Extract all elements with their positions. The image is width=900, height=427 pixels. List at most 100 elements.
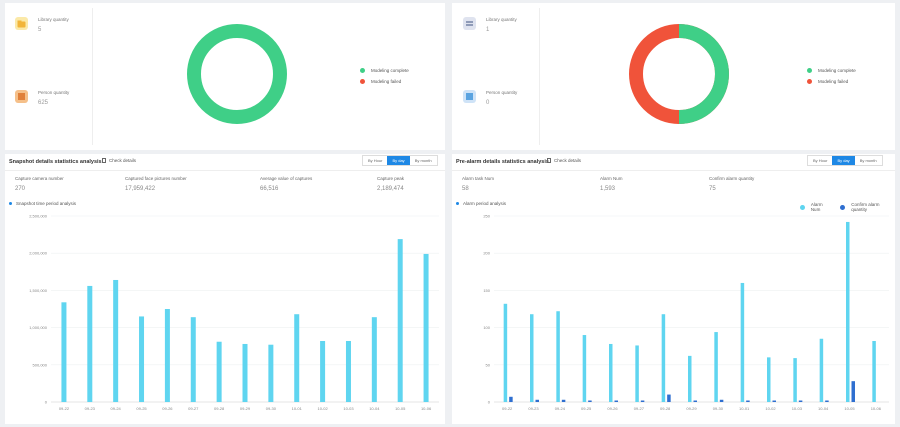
legend-confirm-label: Confirm alarm quantity: [851, 202, 880, 212]
bar[interactable]: [139, 316, 145, 402]
bar-alarm-num[interactable]: [714, 332, 718, 402]
legend-complete-label: Modeling complete: [818, 68, 856, 73]
bar-alarm-num[interactable]: [872, 340, 876, 402]
bar-alarm-num[interactable]: [819, 338, 824, 402]
bar[interactable]: [87, 285, 93, 402]
bar-alarm-num[interactable]: [635, 345, 639, 402]
x-tick-label: 09-30: [713, 406, 724, 411]
library-quantity-value: 5: [38, 27, 42, 33]
bar-alarm-num[interactable]: [530, 314, 534, 402]
y-tick-label: 0: [488, 400, 491, 405]
bar[interactable]: [61, 302, 67, 402]
kpi-value: 270: [15, 186, 26, 192]
legend-failed-dot: [807, 79, 812, 84]
tab-by-month[interactable]: By month: [410, 156, 437, 165]
bar[interactable]: [397, 239, 403, 402]
bar-confirm-alarm[interactable]: [825, 400, 829, 402]
x-tick-label: 09-22: [502, 406, 513, 411]
x-tick-label: 09-26: [607, 406, 618, 411]
bar-confirm-alarm[interactable]: [640, 400, 645, 402]
bar[interactable]: [216, 341, 222, 402]
prealarm-period-toggle: By Hour By day By month: [807, 155, 883, 166]
kpi-confirm-alarm: Confirm alarm quantity 75: [709, 176, 754, 192]
bar-alarm-num[interactable]: [740, 282, 745, 402]
x-tick-label: 10-05: [844, 406, 855, 411]
x-tick-label: 09-23: [528, 406, 539, 411]
bar-alarm-num[interactable]: [609, 343, 613, 402]
prealarm-series-title: Alarm period analysis: [456, 201, 506, 206]
bar-alarm-num[interactable]: [767, 357, 771, 402]
tab-by-hour[interactable]: By Hour: [363, 156, 387, 165]
x-tick-label: 09-28: [214, 406, 225, 411]
modeling-legend: Modeling complete Modeling failed: [807, 68, 856, 90]
bar-alarm-num[interactable]: [556, 311, 560, 402]
bar-confirm-alarm[interactable]: [719, 399, 724, 402]
bar-alarm-num[interactable]: [582, 335, 587, 402]
series-title-label: Alarm period analysis: [463, 201, 507, 206]
snapshot-period-toggle: By Hour By day By month: [362, 155, 438, 166]
tab-by-month[interactable]: By month: [855, 156, 882, 165]
library-quantity-label: Library quantity: [38, 17, 69, 22]
kpi-value: 2,189,474: [377, 186, 404, 192]
x-tick-label: 10-04: [369, 406, 380, 411]
x-tick-label: 09-29: [686, 406, 697, 411]
bar-confirm-alarm[interactable]: [798, 400, 803, 402]
tab-by-hour[interactable]: By Hour: [808, 156, 832, 165]
bar-alarm-num[interactable]: [846, 221, 850, 402]
bar-confirm-alarm[interactable]: [851, 381, 856, 402]
bar-alarm-num[interactable]: [793, 358, 797, 402]
x-tick-label: 10-06: [421, 406, 432, 411]
kpi-capture-camera: Capture camera number 270: [15, 176, 64, 192]
tab-by-day[interactable]: By day: [832, 156, 855, 165]
bar[interactable]: [268, 344, 274, 402]
bar[interactable]: [164, 309, 170, 402]
kpi-label: Captured face pictures number: [125, 176, 187, 181]
legend-complete-dot: [807, 68, 812, 73]
bar[interactable]: [242, 343, 248, 402]
document-icon: [547, 158, 551, 163]
bar-alarm-num[interactable]: [661, 314, 666, 402]
tab-by-day[interactable]: By day: [387, 156, 410, 165]
person-quantity-value: 0: [486, 100, 490, 106]
series-dot: [456, 202, 459, 205]
bar[interactable]: [423, 253, 429, 402]
bar-confirm-alarm[interactable]: [667, 394, 671, 402]
bar-confirm-alarm[interactable]: [509, 396, 513, 402]
kpi-label: Average value of captures: [260, 176, 313, 181]
kpi-label: Alarm task Num: [462, 176, 495, 181]
bar-confirm-alarm[interactable]: [588, 400, 592, 402]
bar[interactable]: [371, 317, 377, 402]
legend-failed-label: Modeling failed: [818, 79, 849, 84]
kpi-value: 66,516: [260, 186, 279, 192]
person-photo-icon: [463, 90, 476, 103]
x-tick-label: 09-27: [634, 406, 645, 411]
bar-confirm-alarm[interactable]: [614, 400, 619, 402]
kpi-label: Alarm Num: [600, 176, 623, 181]
library-quantity-label: Library quantity: [486, 17, 517, 22]
x-tick-label: 10-02: [317, 406, 328, 411]
bar-confirm-alarm[interactable]: [561, 399, 566, 402]
bar[interactable]: [190, 317, 196, 402]
bar-confirm-alarm[interactable]: [693, 400, 698, 402]
bar[interactable]: [345, 340, 351, 402]
snapshot-series-title: Snapshot time period analysis: [9, 201, 76, 206]
prealarm-section-title: Pre-alarm details statistics analysis: [456, 159, 549, 165]
bar[interactable]: [113, 279, 119, 402]
modeling-donut-chart: [187, 24, 287, 124]
bar-alarm-num[interactable]: [503, 303, 508, 402]
kpi-value: 58: [462, 186, 469, 192]
x-tick-label: 09-25: [581, 406, 592, 411]
y-tick-label: 2,500,000: [29, 214, 48, 219]
bar-confirm-alarm[interactable]: [535, 399, 540, 402]
bar-alarm-num[interactable]: [688, 355, 692, 402]
bar-confirm-alarm[interactable]: [746, 400, 750, 402]
bar[interactable]: [320, 340, 326, 402]
y-tick-label: 500,000: [33, 362, 48, 367]
prealarm-check-details-link[interactable]: Check details: [547, 158, 581, 163]
bar-confirm-alarm[interactable]: [772, 400, 777, 402]
kpi-captured-faces: Captured face pictures number 17,959,422: [125, 176, 187, 192]
x-tick-label: 09-24: [555, 406, 566, 411]
snapshot-check-details-link[interactable]: Check details: [102, 158, 136, 163]
bar[interactable]: [294, 314, 300, 402]
y-tick-label: 1,500,000: [29, 288, 48, 293]
